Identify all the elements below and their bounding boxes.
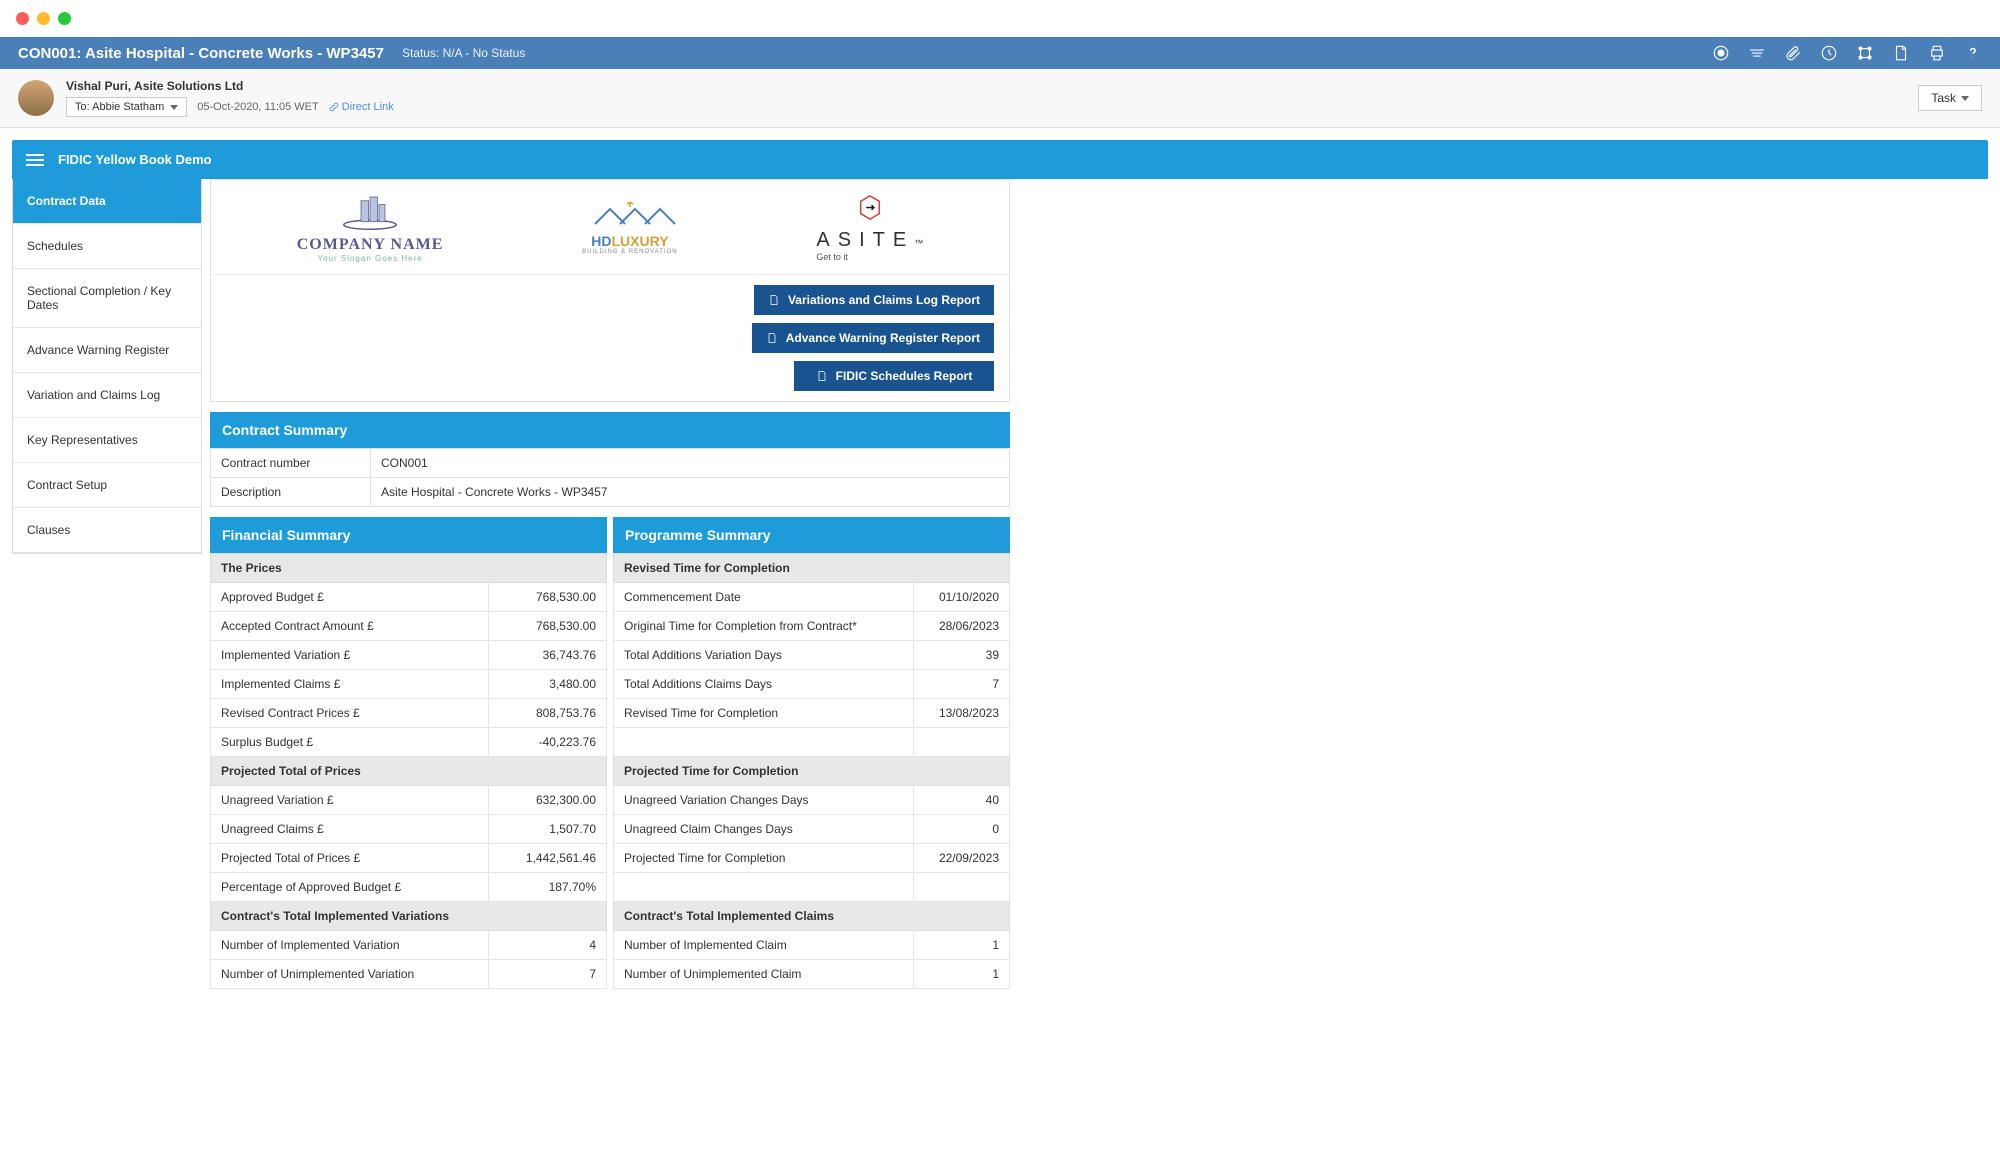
chevron-down-icon bbox=[1961, 96, 1969, 101]
recipient-label: To: Abbie Statham bbox=[75, 101, 164, 113]
document-icon[interactable] bbox=[1892, 44, 1910, 62]
contract-summary-table: Contract numberCON001 DescriptionAsite H… bbox=[210, 448, 1010, 507]
sidebar-item-clauses[interactable]: Clauses bbox=[13, 508, 201, 553]
chevron-down-icon bbox=[170, 105, 178, 110]
advance-warning-report-button[interactable]: Advance Warning Register Report bbox=[752, 323, 994, 353]
user-avatar bbox=[18, 80, 54, 116]
user-name: Vishal Puri, Asite Solutions Ltd bbox=[66, 79, 394, 93]
description-label: Description bbox=[211, 478, 371, 507]
table-section-header: Projected Total of Prices bbox=[211, 757, 607, 786]
sidebar-item-advance-warning[interactable]: Advance Warning Register bbox=[13, 328, 201, 373]
contract-number-label: Contract number bbox=[211, 449, 371, 478]
sidebar: Contract Data Schedules Sectional Comple… bbox=[12, 179, 202, 554]
sidebar-item-key-representatives[interactable]: Key Representatives bbox=[13, 418, 201, 463]
contract-summary-header: Contract Summary bbox=[210, 412, 1010, 448]
main-content: COMPANY NAME Your Slogan Goes Here HDLUX… bbox=[210, 179, 1010, 989]
minimize-window-icon[interactable] bbox=[37, 12, 50, 25]
table-section-header: Contract's Total Implemented Claims bbox=[614, 902, 1010, 931]
sidebar-item-contract-data[interactable]: Contract Data bbox=[13, 179, 201, 224]
clock-icon[interactable] bbox=[1820, 44, 1838, 62]
company-logo-1: COMPANY NAME Your Slogan Goes Here bbox=[297, 192, 444, 262]
maximize-window-icon[interactable] bbox=[58, 12, 71, 25]
company-logo-3: ASITE™ Get to it bbox=[816, 192, 923, 262]
sidebar-item-contract-setup[interactable]: Contract Setup bbox=[13, 463, 201, 508]
sidebar-item-schedules[interactable]: Schedules bbox=[13, 224, 201, 269]
financial-table: The Prices Approved Budget £768,530.00 A… bbox=[210, 553, 607, 989]
module-header: FIDIC Yellow Book Demo bbox=[12, 140, 1988, 179]
help-icon[interactable] bbox=[1964, 44, 1982, 62]
recipient-dropdown[interactable]: To: Abbie Statham bbox=[66, 97, 187, 117]
task-button[interactable]: Task bbox=[1918, 85, 1982, 111]
module-title: FIDIC Yellow Book Demo bbox=[58, 152, 212, 167]
contract-number-value: CON001 bbox=[371, 449, 1010, 478]
programme-summary-header: Programme Summary bbox=[613, 517, 1010, 553]
window-controls bbox=[0, 0, 2000, 37]
sidebar-item-sectional-completion[interactable]: Sectional Completion / Key Dates bbox=[13, 269, 201, 328]
close-window-icon[interactable] bbox=[16, 12, 29, 25]
attachment-icon[interactable] bbox=[1784, 44, 1802, 62]
table-section-header: Contract's Total Implemented Variations bbox=[211, 902, 607, 931]
fidic-schedules-report-button[interactable]: FIDIC Schedules Report bbox=[794, 361, 994, 391]
company-logo-2: HDLUXURY BUILDING & RENOVATION bbox=[575, 192, 685, 262]
variations-claims-report-button[interactable]: Variations and Claims Log Report bbox=[754, 285, 994, 315]
timestamp: 05-Oct-2020, 11:05 WET bbox=[197, 101, 318, 113]
programme-table: Revised Time for Completion Commencement… bbox=[613, 553, 1010, 989]
description-value: Asite Hospital - Concrete Works - WP3457 bbox=[371, 478, 1010, 507]
top-bar: CON001: Asite Hospital - Concrete Works … bbox=[0, 37, 2000, 69]
sidebar-item-variation-claims[interactable]: Variation and Claims Log bbox=[13, 373, 201, 418]
status-label: Status: N/A - No Status bbox=[402, 46, 525, 60]
table-section-header: The Prices bbox=[211, 554, 607, 583]
table-section-header: Revised Time for Completion bbox=[614, 554, 1010, 583]
record-icon[interactable] bbox=[1712, 44, 1730, 62]
meta-bar: Vishal Puri, Asite Solutions Ltd To: Abb… bbox=[0, 69, 2000, 128]
hamburger-icon[interactable] bbox=[26, 154, 44, 166]
direct-link[interactable]: Direct Link bbox=[329, 101, 394, 113]
lines-icon[interactable] bbox=[1748, 44, 1766, 62]
table-section-header: Projected Time for Completion bbox=[614, 757, 1010, 786]
financial-summary-header: Financial Summary bbox=[210, 517, 607, 553]
print-icon[interactable] bbox=[1928, 44, 1946, 62]
page-title: CON001: Asite Hospital - Concrete Works … bbox=[18, 45, 384, 62]
distribution-icon[interactable] bbox=[1856, 44, 1874, 62]
